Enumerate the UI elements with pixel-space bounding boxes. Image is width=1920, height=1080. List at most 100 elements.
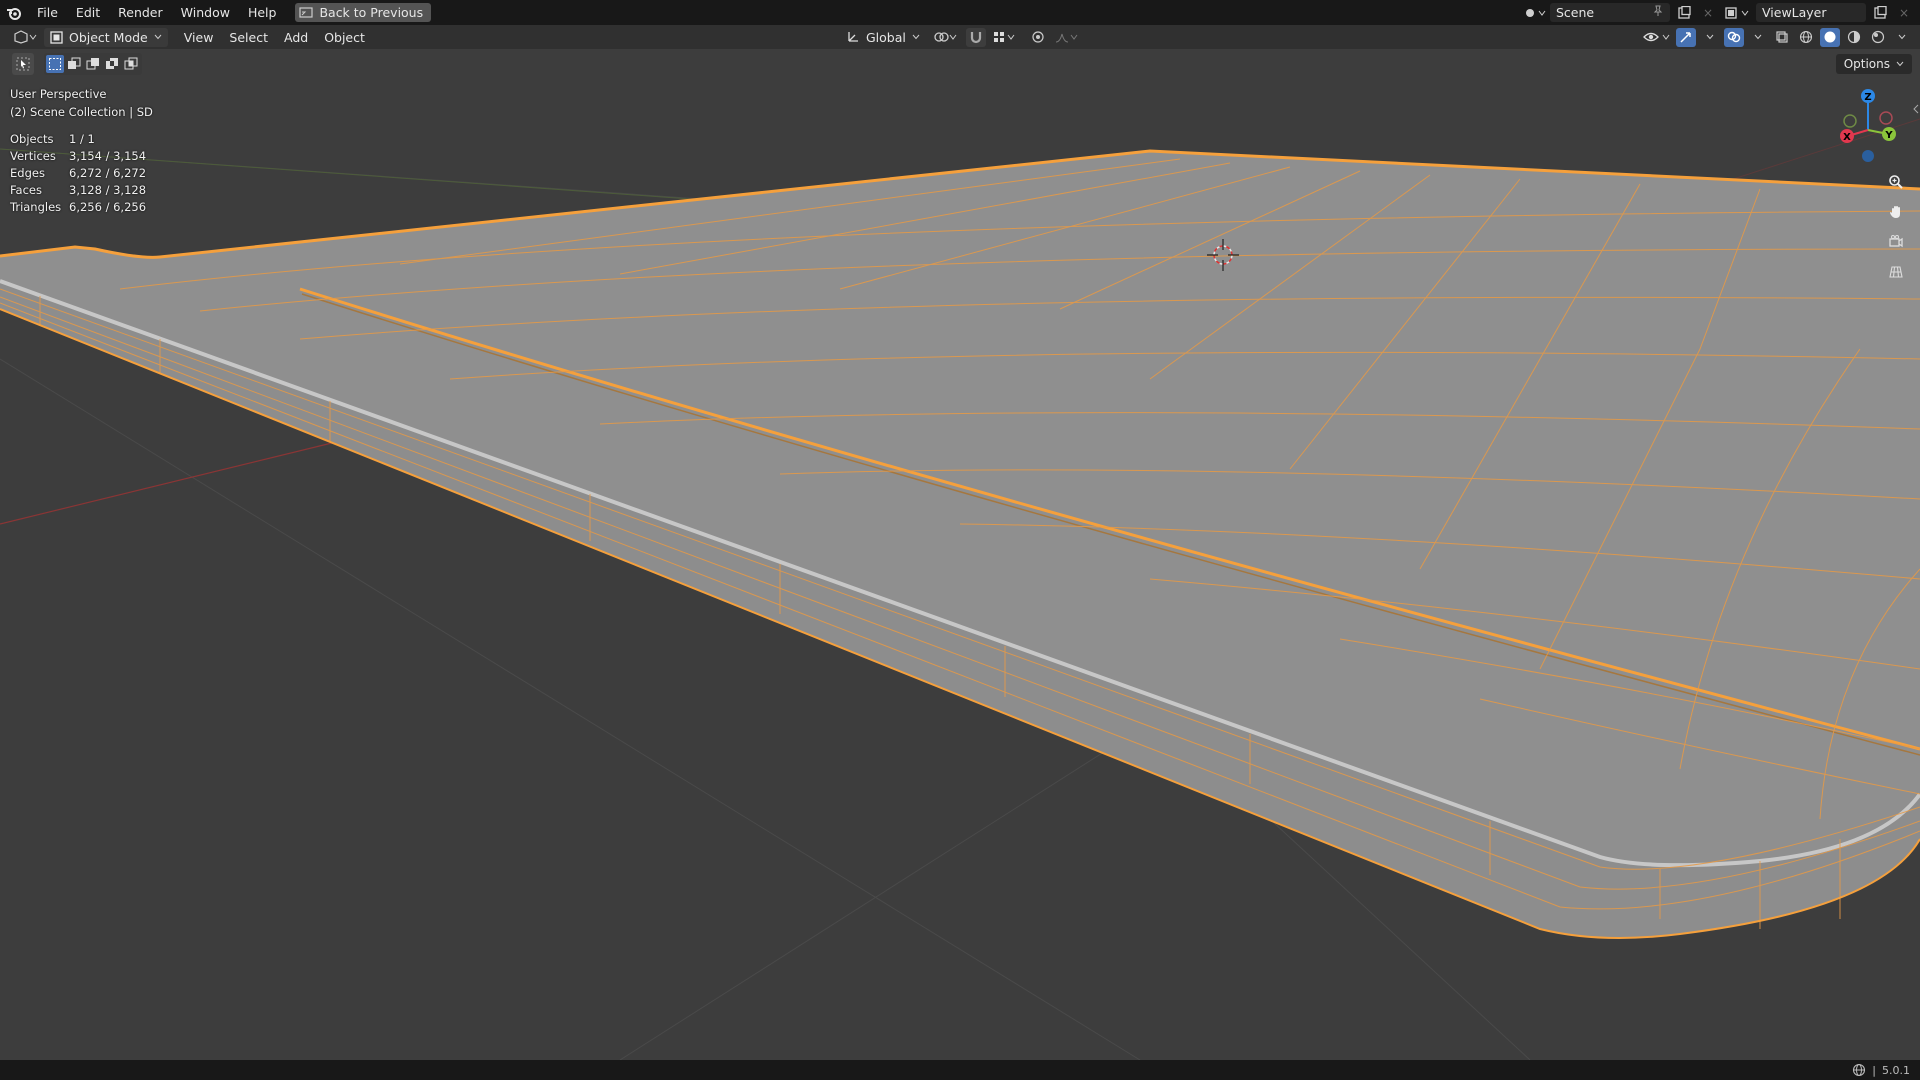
- menu-file[interactable]: File: [28, 0, 67, 25]
- perspective-grid-icon[interactable]: [1884, 260, 1908, 284]
- topbar-right: Scene × ViewLayer ×: [1524, 0, 1920, 25]
- chevron-down-icon: [912, 34, 920, 40]
- scene-selector-icon[interactable]: [1524, 3, 1546, 22]
- wireframe-shading-icon[interactable]: [1796, 28, 1816, 47]
- sidebar-toggle-icon[interactable]: [1912, 103, 1920, 118]
- menu-edit[interactable]: Edit: [67, 0, 109, 25]
- options-dropdown[interactable]: Options: [1835, 54, 1912, 74]
- scene-name: Scene: [1556, 5, 1595, 20]
- gizmo-y-label: Y: [1884, 130, 1893, 141]
- difference-selection-icon[interactable]: [103, 55, 121, 73]
- top-menu-bar: File Edit Render Window Help Back to Pre…: [0, 0, 1920, 25]
- rendered-shading-icon[interactable]: [1868, 28, 1888, 47]
- extend-selection-icon[interactable]: [65, 55, 83, 73]
- set-new-selection-icon[interactable]: [46, 55, 64, 73]
- gizmo-neg-x[interactable]: [1879, 111, 1893, 125]
- editor-type-icon[interactable]: [10, 28, 40, 47]
- menu-add[interactable]: Add: [276, 30, 316, 45]
- stat-value: 1 / 1: [69, 132, 95, 146]
- xray-toggle-icon[interactable]: [1772, 28, 1792, 47]
- chevron-down-icon[interactable]: [1700, 28, 1720, 47]
- globe-icon: [1853, 1063, 1866, 1077]
- gizmo-toggle-icon[interactable]: [1676, 27, 1696, 47]
- stat-label: Edges: [10, 166, 45, 180]
- gizmo-x-label: X: [1843, 132, 1851, 143]
- status-divider: |: [1872, 1063, 1876, 1077]
- 3d-viewport[interactable]: [0, 49, 1920, 1060]
- selection-mode-group: [44, 53, 142, 75]
- menu-help[interactable]: Help: [239, 0, 286, 25]
- transform-orientation-label: Global: [866, 29, 906, 45]
- menu-window[interactable]: Window: [172, 0, 239, 25]
- select-tool-button[interactable]: [12, 53, 34, 75]
- viewport-header-right: [1642, 25, 1912, 49]
- viewport-nav-buttons: [1884, 170, 1908, 284]
- stat-row-faces: Faces 3,128 / 3,128: [10, 182, 146, 199]
- global-axis-icon: [848, 32, 858, 42]
- proportional-editing-icon[interactable]: [1028, 28, 1048, 47]
- back-to-previous-button[interactable]: Back to Previous: [295, 3, 432, 22]
- new-view-layer-icon[interactable]: [1870, 3, 1890, 22]
- gizmo-axis-y[interactable]: Y: [1882, 127, 1896, 141]
- stat-label: Triangles: [10, 200, 62, 214]
- gizmo-neg-y[interactable]: [1843, 114, 1857, 128]
- menu-object[interactable]: Object: [316, 30, 373, 45]
- view-layer-selector-icon[interactable]: [1722, 3, 1752, 22]
- menu-render[interactable]: Render: [109, 0, 172, 25]
- zoom-icon[interactable]: [1884, 170, 1908, 194]
- snap-magnet-icon[interactable]: [965, 27, 986, 47]
- back-to-previous-label: Back to Previous: [319, 5, 424, 20]
- menu-select[interactable]: Select: [221, 30, 276, 45]
- gizmo-axis-x[interactable]: X: [1840, 129, 1854, 143]
- tool-settings-row: [12, 53, 142, 75]
- viewport-scene: [0, 49, 1920, 1060]
- gizmo-neg-z[interactable]: [1862, 150, 1874, 162]
- proportional-falloff-icon[interactable]: [1054, 28, 1080, 47]
- pan-hand-icon[interactable]: [1884, 200, 1908, 224]
- mode-label: Object Mode: [69, 29, 148, 45]
- stat-label: Vertices: [10, 149, 56, 163]
- mode-dropdown[interactable]: Object Mode: [44, 27, 168, 47]
- camera-view-icon[interactable]: [1884, 230, 1908, 254]
- solid-shading-icon[interactable]: [1820, 27, 1840, 47]
- viewport-info: User Perspective (2) Scene Collection | …: [10, 85, 153, 121]
- chevron-down-icon[interactable]: [1892, 28, 1912, 47]
- version-label: 5.0.1: [1882, 1063, 1910, 1077]
- snap-target-icon[interactable]: [992, 28, 1018, 47]
- chevron-down-icon: [1896, 61, 1904, 67]
- remove-scene-icon[interactable]: ×: [1698, 3, 1718, 22]
- stat-row-triangles: Triangles 6,256 / 6,256: [10, 199, 146, 216]
- subtract-selection-icon[interactable]: [84, 55, 102, 73]
- stat-value: 6,256 / 6,256: [69, 200, 147, 214]
- material-shading-icon[interactable]: [1844, 28, 1864, 47]
- pin-icon[interactable]: [1652, 5, 1664, 20]
- object-mode-icon: [50, 30, 63, 44]
- gizmo-axis-z[interactable]: Z: [1861, 89, 1875, 103]
- stat-row-objects: Objects 1 / 1: [10, 131, 146, 148]
- stat-row-vertices: Vertices 3,154 / 3,154: [10, 148, 146, 165]
- scene-statistics: Objects 1 / 1 Vertices 3,154 / 3,154 Edg…: [10, 131, 146, 216]
- menu-view[interactable]: View: [176, 30, 222, 45]
- remove-view-layer-icon[interactable]: ×: [1894, 3, 1914, 22]
- scene-name-field[interactable]: Scene: [1550, 3, 1670, 22]
- stat-value: 3,154 / 3,154: [69, 149, 147, 163]
- chevron-down-icon[interactable]: [1748, 28, 1768, 47]
- stat-label: Faces: [10, 183, 42, 197]
- navigation-gizmo[interactable]: Z Y X: [1836, 88, 1896, 168]
- overlays-toggle-icon[interactable]: [1724, 27, 1744, 47]
- options-label: Options: [1843, 57, 1890, 71]
- transform-orientation-dropdown[interactable]: Global: [840, 28, 926, 47]
- perspective-label: User Perspective: [10, 87, 107, 101]
- visibility-eye-icon[interactable]: [1642, 28, 1672, 47]
- cursor-arrow-icon: [16, 57, 30, 71]
- chevron-down-icon: [154, 34, 162, 40]
- view-layer-field[interactable]: ViewLayer: [1756, 3, 1866, 22]
- transform-controls: Global: [836, 25, 1080, 49]
- stat-label: Objects: [10, 132, 54, 146]
- new-scene-icon[interactable]: [1674, 3, 1694, 22]
- collection-label: (2) Scene Collection | SD: [10, 105, 153, 119]
- stat-row-edges: Edges 6,272 / 6,272: [10, 165, 146, 182]
- blender-logo-icon[interactable]: [0, 0, 28, 25]
- pivot-point-icon[interactable]: [932, 28, 960, 47]
- intersect-selection-icon[interactable]: [122, 55, 140, 73]
